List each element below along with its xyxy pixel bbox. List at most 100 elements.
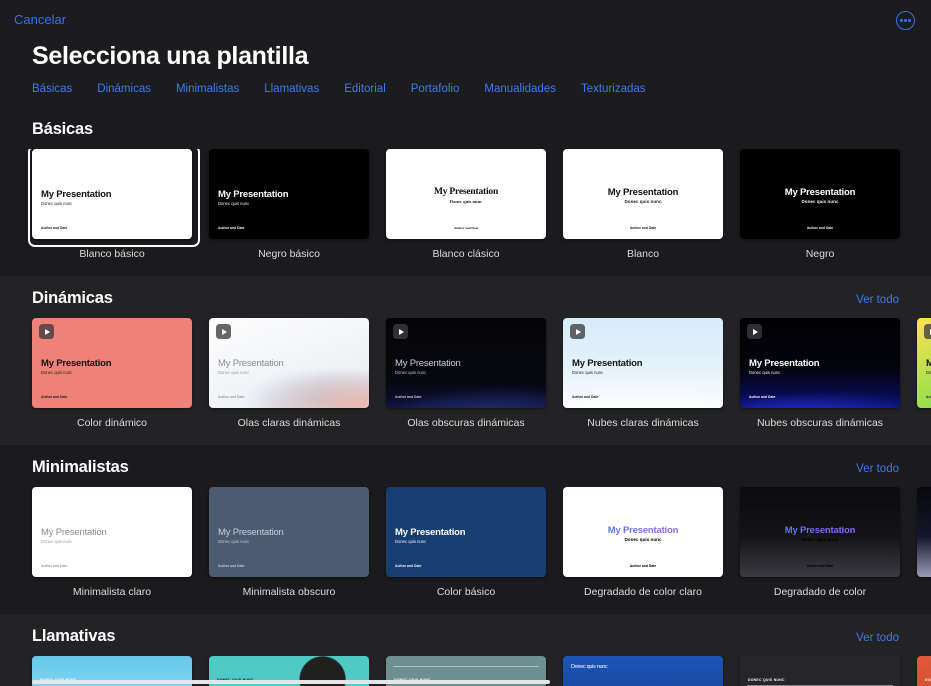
template-thumbnail[interactable]: My PresentationDonec quis nuncAuthor and… bbox=[740, 487, 900, 577]
section-spacer bbox=[0, 260, 931, 276]
category-link-4[interactable]: Editorial bbox=[344, 83, 386, 95]
template-thumbnail[interactable]: My PresentationDonec quis nuncAuthor and… bbox=[386, 318, 546, 408]
template-card[interactable]: My PresentationDonec quis nuncAuthor and… bbox=[32, 318, 192, 429]
slide-rule bbox=[393, 666, 539, 667]
template-thumbnail-wrap: My PresentationDonec quis nuncAuthor and… bbox=[209, 487, 369, 577]
template-name: Negro bbox=[740, 248, 900, 260]
see-all-link-minimalistas[interactable]: Ver todo bbox=[856, 463, 899, 475]
template-card[interactable]: My PresentationDonec quis nuncAuthor and… bbox=[563, 318, 723, 429]
play-icon[interactable] bbox=[393, 324, 408, 339]
template-card[interactable]: My PresentationDonec quis nuncAuthor and… bbox=[32, 149, 192, 260]
play-icon[interactable] bbox=[216, 324, 231, 339]
category-link-3[interactable]: Llamativas bbox=[264, 83, 319, 95]
template-card[interactable]: My PresentationDonec quis nuncAuthor and… bbox=[386, 149, 546, 260]
slide-subtitle: Donec quis nunc bbox=[395, 539, 426, 544]
template-thumbnail[interactable]: DONEC QUIS NUNCMY PRESENTATION bbox=[917, 656, 931, 686]
template-thumbnail[interactable]: My PresentationDonec quis nuncAuthor and… bbox=[917, 318, 931, 408]
section-title: Dinámicas bbox=[32, 289, 113, 308]
slide-kicker: DONEC QUIS NUNC bbox=[748, 678, 785, 682]
category-link-6[interactable]: Manualidades bbox=[484, 83, 556, 95]
template-card[interactable]: My PresentationDonec quis nuncAuthor and… bbox=[209, 149, 369, 260]
slide-author: Author and Date bbox=[41, 564, 67, 568]
section-title: Básicas bbox=[32, 120, 93, 139]
play-icon[interactable] bbox=[924, 324, 931, 339]
template-name: Color básico bbox=[386, 586, 546, 598]
see-all-link-dinamicas[interactable]: Ver todo bbox=[856, 294, 899, 306]
template-name: Blanco bbox=[563, 248, 723, 260]
slide-title: My Presentation bbox=[917, 525, 931, 536]
slide-title: My Presentation bbox=[218, 189, 288, 200]
template-thumbnail[interactable]: My PresentationDonec quis nuncAuthor and… bbox=[32, 149, 192, 239]
template-card[interactable]: My PresentationDonec quis nuncAuthor and… bbox=[740, 487, 900, 598]
category-link-2[interactable]: Minimalistas bbox=[176, 83, 239, 95]
template-thumbnail[interactable]: DONEC QUIS NUNCMY PRESENTATION bbox=[740, 656, 900, 686]
horizontal-scrollbar[interactable] bbox=[32, 680, 550, 684]
slide-author: Author and Date bbox=[218, 395, 244, 399]
slide-title: My Presentation bbox=[395, 358, 461, 369]
template-card[interactable]: My PresentationDonec quis nuncAuthor and… bbox=[917, 487, 931, 598]
template-card[interactable]: My PresentationDonec quis nuncAuthor and… bbox=[563, 149, 723, 260]
slide-author: Author and Date bbox=[926, 395, 931, 399]
template-card[interactable]: My PresentationDonec quis nuncAuthor and… bbox=[563, 487, 723, 598]
slide-content: My PresentationDonec quis nuncAuthor and… bbox=[386, 487, 546, 577]
template-card[interactable]: My PresentationDonec quis nuncAuthor and… bbox=[209, 318, 369, 429]
play-icon[interactable] bbox=[39, 324, 54, 339]
slide-author: Author and Date bbox=[41, 226, 67, 230]
slide-subtitle: Donec quis nunc bbox=[218, 370, 249, 375]
slide-author: Author and Date bbox=[41, 395, 67, 399]
slide-content: My PresentationDonec quis nuncAuthor and… bbox=[32, 149, 192, 239]
template-thumbnail-wrap: My PresentationDonec quis nuncAuthor and… bbox=[563, 149, 723, 239]
template-card[interactable]: My PresentationDonec quis nuncAuthor and… bbox=[32, 487, 192, 598]
template-card[interactable]: DONEC QUIS NUNCMY PRESENTATION bbox=[917, 656, 931, 686]
template-thumbnail[interactable]: My PresentationDonec quis nuncAuthor and… bbox=[209, 487, 369, 577]
template-thumbnail-wrap: My PresentationDonec quis nuncAuthor and… bbox=[740, 149, 900, 239]
template-card[interactable]: My PresentationDonec quis nuncAuthor and… bbox=[386, 318, 546, 429]
template-thumbnail[interactable]: My PresentationDonec quis nuncAuthor and… bbox=[386, 149, 546, 239]
template-thumbnail[interactable]: My PresentationDonec quis nuncAuthor and… bbox=[917, 487, 931, 577]
template-thumbnail[interactable]: My PresentationDonec quis nuncAuthor and… bbox=[386, 487, 546, 577]
play-icon[interactable] bbox=[570, 324, 585, 339]
template-thumbnail[interactable]: My PresentationDonec quis nuncAuthor and… bbox=[563, 149, 723, 239]
section-dinamicas: DinámicasVer todoMy PresentationDonec qu… bbox=[0, 276, 931, 445]
template-thumbnail-wrap: My PresentationDonec quis nuncAuthor and… bbox=[32, 318, 192, 408]
template-card[interactable]: My PresentationDonec quis nuncAuthor and… bbox=[740, 318, 900, 429]
template-thumbnail[interactable]: My PresentationDonec quis nuncAuthor and… bbox=[740, 149, 900, 239]
template-card[interactable]: My PresentationDonec quis nuncAuthor and… bbox=[386, 487, 546, 598]
page-title: Selecciona una plantilla bbox=[32, 40, 931, 71]
more-circle-icon[interactable] bbox=[896, 11, 915, 30]
template-thumbnail[interactable]: My PresentationDonec quis nuncAuthor and… bbox=[209, 149, 369, 239]
template-card[interactable]: My PresentationDonec quis nuncAuthor and… bbox=[740, 149, 900, 260]
play-icon[interactable] bbox=[747, 324, 762, 339]
slide-content: My PresentationDonec quis nuncAuthor and… bbox=[563, 487, 723, 577]
slide-content: My PresentationDonec quis nuncAuthor and… bbox=[32, 318, 192, 408]
template-thumbnail-wrap: My PresentationDonec quis nuncAuthor and… bbox=[32, 149, 192, 239]
template-card[interactable]: My PresentationDonec quis nuncAuthor and… bbox=[209, 487, 369, 598]
slide-content: My PresentationDonec quis nuncAuthor and… bbox=[386, 318, 546, 408]
template-name: Nubes claras dinámicas bbox=[563, 417, 723, 429]
category-link-7[interactable]: Texturizadas bbox=[581, 83, 646, 95]
template-thumbnail[interactable]: My PresentationDonec quis nuncAuthor and… bbox=[563, 487, 723, 577]
template-thumbnail[interactable]: My PresentationDonec quis nuncAuthor and… bbox=[209, 318, 369, 408]
template-card[interactable]: DONEC QUIS NUNCMY PRESENTATION bbox=[740, 656, 900, 686]
template-thumbnail-wrap: My PresentationDonec quis nuncAuthor and… bbox=[563, 318, 723, 408]
category-link-5[interactable]: Portafolio bbox=[411, 83, 460, 95]
template-thumbnail[interactable]: My PresentationDonec quis nuncAuthor and… bbox=[740, 318, 900, 408]
template-thumbnail-wrap: My PresentationDonec quis nuncAuthor and… bbox=[32, 487, 192, 577]
template-thumbnail[interactable]: Donec quis nunc bbox=[563, 656, 723, 686]
template-thumbnail[interactable]: My PresentationDonec quis nuncAuthor and… bbox=[32, 487, 192, 577]
template-card[interactable]: Donec quis nunc bbox=[563, 656, 723, 686]
slide-author: Author and Date bbox=[218, 226, 244, 230]
template-thumbnail[interactable]: My PresentationDonec quis nuncAuthor and… bbox=[563, 318, 723, 408]
category-link-1[interactable]: Dinámicas bbox=[97, 83, 151, 95]
section-spacer bbox=[0, 598, 931, 614]
cancel-button[interactable]: Cancelar bbox=[14, 12, 66, 28]
template-card[interactable]: My PresentationDonec quis nuncAuthor and… bbox=[917, 318, 931, 429]
slide-author: Author and Date bbox=[395, 564, 421, 568]
template-thumbnail-wrap: My PresentationDonec quis nuncAuthor and… bbox=[740, 318, 900, 408]
template-thumbnail[interactable]: My PresentationDonec quis nuncAuthor and… bbox=[32, 318, 192, 408]
see-all-link-llamativas[interactable]: Ver todo bbox=[856, 632, 899, 644]
template-name: Blanco clásico bbox=[386, 248, 546, 260]
slide-content: DONEC QUIS NUNCMY PRESENTATION bbox=[740, 656, 900, 686]
slide-content: My PresentationDonec quis nuncAuthor and… bbox=[740, 149, 900, 239]
category-link-0[interactable]: Básicas bbox=[32, 83, 72, 95]
